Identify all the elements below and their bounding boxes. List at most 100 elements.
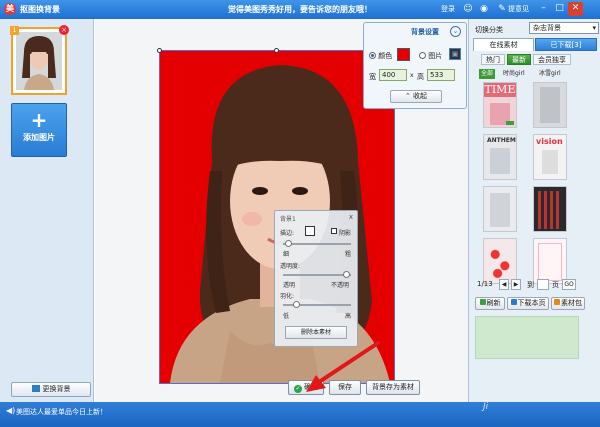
refresh-icon bbox=[479, 299, 486, 305]
opacity-label: 透明度: bbox=[280, 263, 301, 270]
subtab-newest[interactable]: 最新 bbox=[507, 54, 531, 65]
edge-slider-track[interactable] bbox=[283, 243, 351, 245]
save-button[interactable]: 保存 bbox=[329, 380, 361, 395]
layer-panel-close-icon[interactable]: x bbox=[349, 213, 353, 221]
delete-material-button[interactable]: 删除本素材 bbox=[285, 326, 347, 339]
shadow-label: 阴影 bbox=[339, 230, 352, 237]
material-tile[interactable]: vision bbox=[533, 134, 567, 180]
login-link[interactable]: 登录 bbox=[441, 4, 455, 14]
fold-button[interactable]: ⌃ 收起 bbox=[390, 90, 442, 103]
picture-option[interactable]: 图片 bbox=[419, 51, 442, 61]
close-button[interactable]: ✕ bbox=[568, 2, 583, 16]
title-bar: 美 抠图换背景 觉得美图秀秀好用，要告诉您的朋友哦！ 登录 ☺ ◉ ✎ 提意见 … bbox=[0, 0, 600, 19]
resize-handle-top-left[interactable] bbox=[157, 48, 162, 53]
opaque-label: 不透明 bbox=[331, 282, 350, 289]
picture-label: 图片 bbox=[428, 52, 443, 60]
tile-art bbox=[488, 243, 512, 281]
tab-online-materials[interactable]: 在线素材 bbox=[473, 38, 534, 51]
refresh-label: 刷新 bbox=[486, 299, 501, 307]
feedback-link[interactable]: 提意见 bbox=[508, 4, 529, 14]
image-list-panel: 1 × + 添加图片 更换背景 bbox=[0, 19, 94, 402]
edge-label: 描边: bbox=[280, 230, 295, 237]
filter-ice-girl[interactable]: 冰雪girl bbox=[539, 69, 561, 79]
background-layer-panel: 背景1 x 描边: 阴影 细 粗 透明度: 透明 不透明 羽化: 低 高 删除本… bbox=[274, 210, 358, 347]
filter-all[interactable]: 全部 bbox=[479, 69, 496, 79]
thick-label: 粗 bbox=[345, 251, 352, 258]
next-page-icon[interactable]: ▶ bbox=[511, 279, 521, 290]
check-icon: ✓ bbox=[294, 385, 302, 393]
add-image-button[interactable]: + 添加图片 bbox=[11, 103, 67, 157]
transparent-label: 透明 bbox=[283, 282, 296, 289]
add-image-label: 添加图片 bbox=[23, 133, 55, 142]
material-tile[interactable] bbox=[533, 82, 567, 128]
resize-handle-top[interactable] bbox=[274, 48, 279, 53]
download-icon bbox=[510, 299, 517, 305]
user-avatar-icon[interactable]: ☺ bbox=[462, 3, 474, 15]
weibo-icon[interactable]: ◉ bbox=[478, 3, 490, 15]
minimize-button[interactable]: – bbox=[536, 2, 551, 16]
download-page-button[interactable]: 下载本页 bbox=[507, 297, 549, 310]
picture-icon bbox=[31, 385, 40, 392]
status-bar: ◀) 美图达人最爱单品今日上新！ Ji bbox=[0, 402, 600, 427]
goto-label: 到 bbox=[527, 281, 534, 289]
feather-slider-knob[interactable] bbox=[293, 301, 300, 308]
material-tile[interactable] bbox=[483, 186, 517, 232]
window-title: 抠图换背景 bbox=[20, 5, 60, 14]
background-settings-panel: 背景设置 ⌄ 颜色 图片 ▣ 宽 400 x 高 533 ⌃ 收起 bbox=[363, 22, 467, 109]
page-label: 页 bbox=[552, 281, 559, 289]
fold-up-icon: ⌃ bbox=[404, 92, 414, 100]
filter-fashion-girl[interactable]: 时尚girl bbox=[503, 69, 525, 79]
page-number-input[interactable] bbox=[537, 279, 549, 290]
tile-art bbox=[490, 148, 510, 174]
replace-background-label: 更换背景 bbox=[42, 385, 71, 393]
material-tile[interactable]: ANTHEM bbox=[483, 134, 517, 180]
material-tile[interactable] bbox=[483, 238, 517, 284]
thin-label: 细 bbox=[283, 251, 290, 258]
category-select[interactable]: 杂志背景 ▾ bbox=[529, 22, 599, 34]
color-radio[interactable] bbox=[369, 52, 376, 59]
layer-panel-title: 背景1 bbox=[280, 216, 296, 223]
picture-radio[interactable] bbox=[419, 52, 426, 59]
material-pack-label: 素材包 bbox=[561, 299, 582, 307]
background-color-swatch[interactable] bbox=[397, 48, 410, 61]
material-pack-button[interactable]: 素材包 bbox=[551, 297, 585, 310]
tab-downloaded[interactable]: 已下载[3] bbox=[535, 38, 597, 51]
subtab-vip[interactable]: 会员独享 bbox=[533, 54, 571, 65]
prev-page-icon[interactable]: ◀ bbox=[499, 279, 509, 290]
width-input[interactable]: 400 bbox=[379, 69, 407, 81]
maximize-button[interactable]: □ bbox=[552, 2, 567, 16]
material-tile[interactable]: TIME bbox=[483, 82, 517, 128]
remove-image-icon[interactable]: × bbox=[59, 25, 69, 35]
tile-art bbox=[538, 243, 562, 281]
refresh-button[interactable]: 刷新 bbox=[475, 297, 505, 310]
page-indicator: 1/13 bbox=[477, 280, 493, 288]
go-button[interactable]: GO bbox=[562, 279, 576, 290]
replace-background-button[interactable]: 更换背景 bbox=[11, 382, 91, 397]
material-tile[interactable] bbox=[533, 238, 567, 284]
opacity-slider-knob[interactable] bbox=[343, 271, 350, 278]
subtab-hot[interactable]: 热门 bbox=[481, 54, 505, 65]
feather-label: 羽化: bbox=[280, 293, 295, 300]
tile-art bbox=[542, 150, 558, 174]
shadow-checkbox[interactable] bbox=[331, 228, 337, 234]
times-label: x bbox=[410, 72, 414, 79]
switch-category-label: 切换分类 bbox=[475, 26, 503, 34]
color-option[interactable]: 颜色 bbox=[369, 51, 392, 61]
thumbnail-photo bbox=[16, 32, 62, 90]
status-message[interactable]: 美图达人最爱单品今日上新！ bbox=[16, 407, 107, 417]
save-as-material-button[interactable]: 背景存为素材 bbox=[366, 380, 420, 395]
height-input[interactable]: 533 bbox=[427, 69, 455, 81]
speaker-icon: ◀) bbox=[6, 406, 16, 415]
confirm-button[interactable]: ✓ 确定 bbox=[288, 380, 324, 395]
collapse-panel-icon[interactable]: ⌄ bbox=[450, 26, 461, 37]
edge-color-box[interactable] bbox=[305, 226, 315, 236]
material-tile[interactable] bbox=[533, 186, 567, 232]
image-thumbnail[interactable]: 1 × bbox=[10, 25, 69, 95]
package-icon bbox=[554, 299, 560, 305]
slogan-text: 觉得美图秀秀好用，要告诉您的朋友哦！ bbox=[228, 5, 372, 14]
choose-picture-icon[interactable]: ▣ bbox=[449, 48, 461, 60]
advertisement-area[interactable] bbox=[475, 316, 579, 359]
tile-art bbox=[490, 193, 510, 227]
edge-slider-knob[interactable] bbox=[285, 240, 292, 247]
opacity-slider-track[interactable] bbox=[283, 274, 351, 276]
